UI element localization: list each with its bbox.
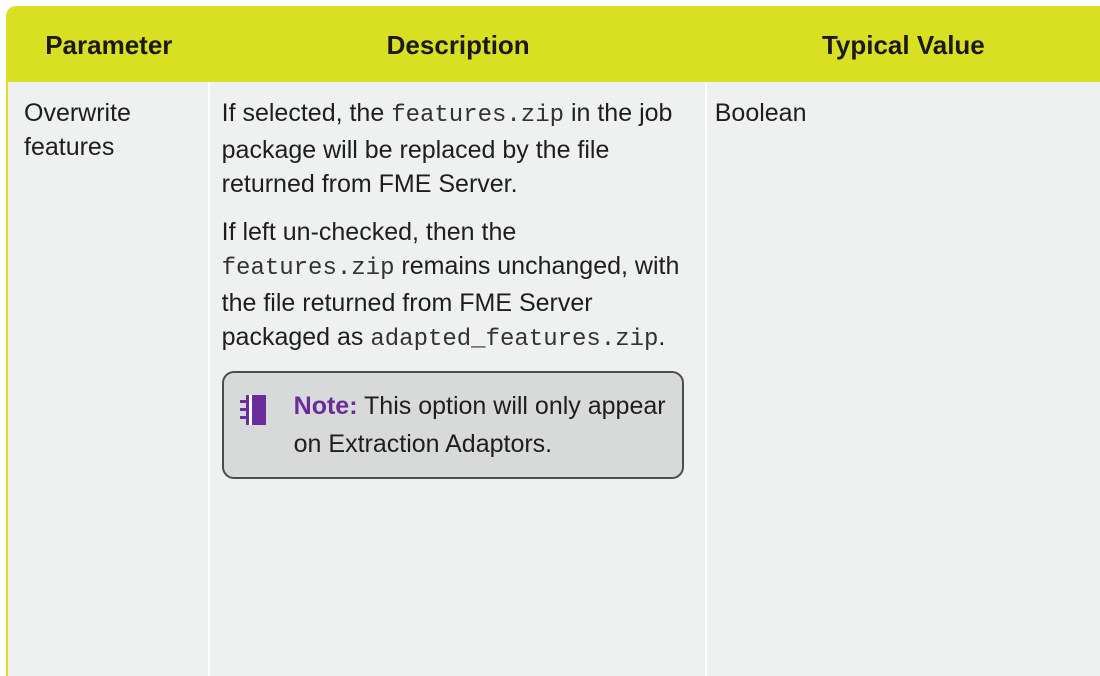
header-description: Description bbox=[386, 29, 530, 60]
description-paragraph-2: If left un-checked, then the features.zi… bbox=[222, 215, 695, 357]
table-row: Overwrite features If selected, the feat… bbox=[8, 82, 1100, 676]
desc1-text-pre: If selected, the bbox=[221, 99, 392, 127]
desc1-code: features.zip bbox=[391, 102, 565, 129]
note-label: Note: bbox=[293, 392, 358, 420]
table-header: Parameter Description Typical Value bbox=[8, 8, 1100, 82]
description-paragraph-1: If selected, the features.zip in the job… bbox=[222, 96, 695, 201]
notebook-icon bbox=[239, 395, 266, 425]
header-typical-value: Typical Value bbox=[821, 29, 985, 60]
desc2-code-2: adapted_features.zip bbox=[370, 326, 659, 353]
desc2-text-post: . bbox=[658, 323, 666, 351]
parameter-cell: Overwrite features bbox=[8, 82, 210, 676]
header-parameter: Parameter bbox=[45, 29, 173, 60]
typical-value: Boolean bbox=[714, 99, 807, 127]
typical-value-cell: Boolean bbox=[707, 82, 1100, 676]
description-cell: If selected, the features.zip in the job… bbox=[210, 82, 707, 676]
note-box: Note: This option will only appear on Ex… bbox=[221, 371, 684, 479]
desc2-text-pre: If left un-checked, then the bbox=[221, 218, 517, 246]
parameter-name: Overwrite features bbox=[24, 99, 131, 161]
desc2-code: features.zip bbox=[221, 255, 395, 282]
parameter-table: Parameter Description Typical Value Over… bbox=[6, 6, 1100, 676]
